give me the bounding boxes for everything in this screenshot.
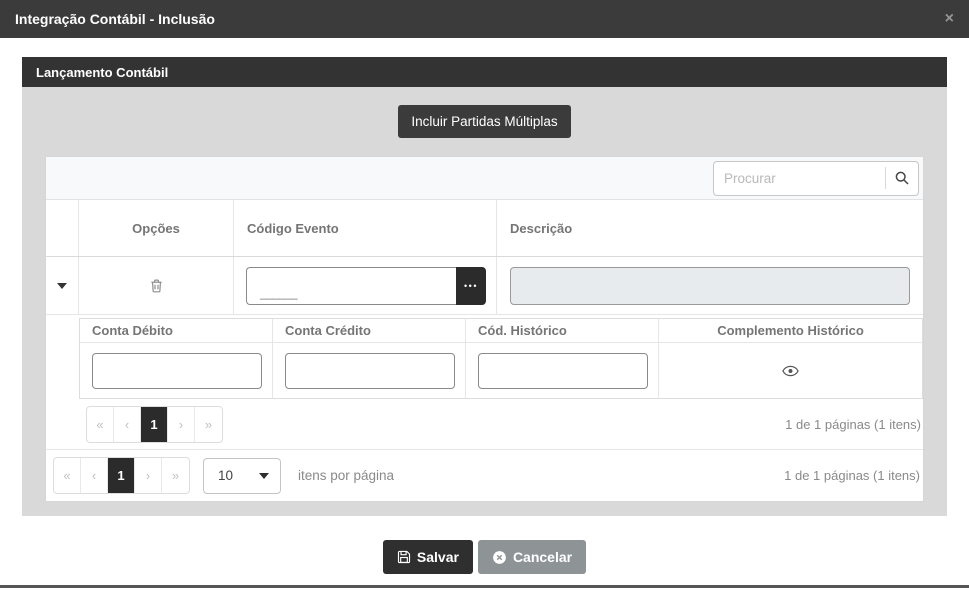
partidas-pager: « ‹ 1 › » (86, 406, 223, 443)
grid-next-page-button[interactable]: › (135, 458, 162, 493)
row-options-cell (79, 257, 234, 314)
search-button[interactable] (885, 167, 918, 189)
collapse-row-icon[interactable] (57, 283, 67, 289)
row-detail-section: Conta Débito Conta Crédito Cód. Históric… (46, 315, 923, 449)
descricao-input (510, 267, 910, 305)
panel-body: Incluir Partidas Múltiplas (22, 87, 947, 516)
grid-page-1-button[interactable]: 1 (108, 458, 135, 493)
partidas-table: Conta Débito Conta Crédito Cód. Históric… (79, 318, 923, 399)
grid-header-row: Opções Código Evento Descrição (46, 200, 923, 257)
partidas-last-page-button[interactable]: » (195, 407, 222, 442)
partidas-prev-page-button[interactable]: ‹ (114, 407, 141, 442)
modal-title: Integração Contábil - Inclusão (15, 11, 215, 27)
delete-row-button[interactable] (149, 278, 164, 294)
codigo-evento-lookup-button[interactable]: ••• (456, 267, 486, 305)
items-per-page-label: itens por página (298, 468, 394, 483)
grid-prev-page-button[interactable]: ‹ (81, 458, 108, 493)
eye-icon (782, 365, 799, 377)
partidas-pagination-summary: 1 de 1 páginas (1 itens) (785, 417, 921, 432)
grid-pagination-summary: 1 de 1 páginas (1 itens) (784, 468, 920, 483)
partidas-row (80, 343, 922, 398)
column-header-expand (46, 200, 79, 256)
search-input[interactable] (714, 171, 885, 186)
incluir-partidas-multiplas-button[interactable]: Incluir Partidas Múltiplas (398, 105, 570, 138)
partidas-pagination-row: « ‹ 1 › » 1 de 1 páginas (1 itens) (79, 399, 923, 449)
modal-titlebar: Integração Contábil - Inclusão × (0, 0, 969, 38)
row-descricao-cell (497, 257, 923, 314)
row-expand-cell (46, 257, 79, 314)
partidas-header-row: Conta Débito Conta Crédito Cód. Históric… (80, 319, 922, 343)
save-button[interactable]: Salvar (383, 540, 473, 574)
partidas-next-page-button[interactable]: › (168, 407, 195, 442)
search-icon (894, 170, 910, 186)
row-codigo-evento-cell: ______ ••• (234, 257, 497, 314)
table-row: ______ ••• (46, 257, 923, 315)
lancamentos-grid: Opções Código Evento Descrição (45, 156, 924, 502)
chevron-down-icon (259, 473, 269, 479)
column-header-descricao: Descrição (497, 200, 923, 256)
grid-last-page-button[interactable]: » (162, 458, 189, 493)
column-header-conta-debito: Conta Débito (80, 319, 273, 342)
panel-title: Lançamento Contábil (36, 65, 168, 80)
bottom-divider (0, 585, 969, 588)
cancel-button[interactable]: Cancelar (478, 540, 586, 574)
close-icon[interactable]: × (945, 11, 954, 27)
ellipsis-icon: ••• (464, 281, 478, 291)
column-header-opcoes: Opções (79, 200, 234, 256)
lancamento-contabil-panel: Lançamento Contábil Incluir Partidas Múl… (22, 57, 947, 516)
partidas-first-page-button[interactable]: « (87, 407, 114, 442)
floppy-icon (397, 550, 411, 564)
page-size-dropdown[interactable]: 10 (203, 458, 281, 494)
conta-debito-input[interactable] (92, 353, 262, 389)
cancel-circle-x-icon (492, 550, 507, 565)
page-size-value: 10 (218, 468, 233, 483)
grid-toolbar (46, 157, 923, 200)
panel-header: Lançamento Contábil (22, 57, 947, 87)
cod-historico-input[interactable] (478, 353, 648, 389)
column-header-complemento-historico: Complemento Histórico (659, 319, 922, 342)
view-complemento-button[interactable] (782, 365, 799, 377)
column-header-codigo-evento: Código Evento (234, 200, 497, 256)
grid-pagination-row: « ‹ 1 › » 10 itens por página 1 de 1 pág… (46, 449, 923, 501)
codigo-evento-input[interactable]: ______ (246, 267, 456, 305)
partidas-page-1-button[interactable]: 1 (141, 407, 168, 442)
codigo-evento-field-group: ______ ••• (246, 267, 486, 305)
save-button-label: Salvar (417, 549, 459, 565)
cancel-button-label: Cancelar (513, 549, 572, 565)
modal-footer: Salvar Cancelar (0, 540, 969, 574)
search-box (713, 161, 919, 196)
grid-pager: « ‹ 1 › » (53, 457, 190, 494)
grid-first-page-button[interactable]: « (54, 458, 81, 493)
column-header-conta-credito: Conta Crédito (273, 319, 466, 342)
trash-icon (149, 278, 164, 294)
conta-credito-input[interactable] (285, 353, 455, 389)
column-header-cod-historico: Cód. Histórico (466, 319, 659, 342)
input-mask: ______ (260, 291, 297, 295)
